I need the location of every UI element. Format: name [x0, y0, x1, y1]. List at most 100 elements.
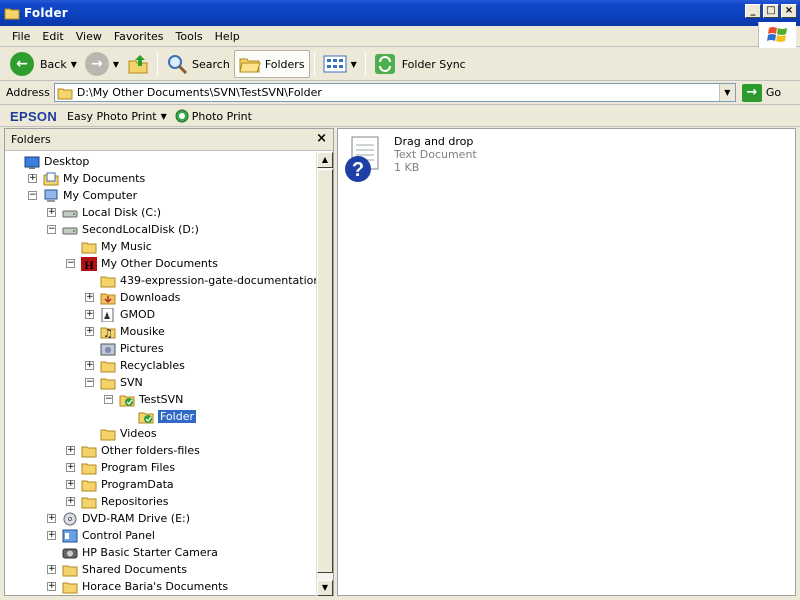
tree-item[interactable]: HP Basic Starter Camera: [62, 544, 218, 561]
expand-icon[interactable]: +: [47, 208, 56, 217]
file-name: Drag and drop: [394, 135, 474, 148]
tree-item[interactable]: Pictures: [100, 340, 164, 357]
tree-item[interactable]: 439-expression-gate-documentation_files: [100, 272, 316, 289]
tree-item[interactable]: − TestSVN: [104, 391, 183, 408]
go-button[interactable]: → Go: [741, 83, 781, 102]
tree-item-label: GMOD: [120, 308, 156, 321]
expand-icon[interactable]: +: [85, 310, 94, 319]
window-title: Folder: [24, 6, 68, 20]
tree-item[interactable]: My Music: [81, 238, 152, 255]
menu-help[interactable]: Help: [209, 28, 246, 45]
collapse-icon[interactable]: −: [85, 378, 94, 387]
expand-icon[interactable]: +: [66, 446, 75, 455]
menu-tools[interactable]: Tools: [170, 28, 209, 45]
collapse-icon[interactable]: −: [104, 395, 113, 404]
close-button[interactable]: ×: [781, 4, 797, 18]
minimize-button[interactable]: _: [745, 4, 761, 18]
tree-item[interactable]: + DVD-RAM Drive (E:): [47, 510, 191, 527]
address-bar: Address D:\My Other Documents\SVN\TestSV…: [0, 81, 800, 105]
expand-icon[interactable]: +: [66, 497, 75, 506]
svn-icon: [119, 395, 135, 406]
tree-item-label: Folder: [158, 410, 196, 423]
menu-view[interactable]: View: [70, 28, 108, 45]
back-button[interactable]: ← Back ▼: [6, 50, 81, 78]
tree-item[interactable]: + My Documents: [28, 170, 146, 187]
tree-item[interactable]: + Control Panel: [47, 527, 155, 544]
tree-item[interactable]: + Shared Documents: [47, 561, 187, 578]
tree-item[interactable]: + Other folders-files: [66, 442, 200, 459]
tree-item[interactable]: Desktop: [24, 153, 89, 170]
collapse-icon[interactable]: −: [66, 259, 75, 268]
tree-item[interactable]: Videos: [100, 425, 157, 442]
expand-icon[interactable]: +: [28, 174, 37, 183]
tree-item[interactable]: − SecondLocalDisk (D:): [47, 221, 199, 238]
expand-icon[interactable]: +: [66, 480, 75, 489]
control-icon: [62, 529, 78, 542]
folders-icon: [239, 58, 261, 73]
expand-icon[interactable]: +: [47, 565, 56, 574]
menu-edit[interactable]: Edit: [36, 28, 69, 45]
address-dropdown-button[interactable]: ▼: [718, 84, 735, 101]
scroll-down-button[interactable]: ▼: [317, 580, 333, 596]
tree-item[interactable]: + Program Files: [66, 459, 176, 476]
forward-button[interactable]: → ▼: [81, 50, 123, 78]
file-list-pane[interactable]: ? Drag and drop Text Document 1 KB: [337, 128, 796, 596]
photo-print-button[interactable]: Photo Print: [175, 109, 252, 123]
address-input[interactable]: D:\My Other Documents\SVN\TestSVN\Folder…: [53, 83, 736, 102]
scrollbar-thumb[interactable]: [317, 169, 333, 573]
expand-icon[interactable]: +: [66, 463, 75, 472]
folder-tree[interactable]: Desktop + My Documents − My Computer + Local D…: [5, 152, 316, 596]
search-icon: [168, 55, 188, 75]
folders-button[interactable]: Folders: [233, 50, 310, 78]
scroll-up-button[interactable]: ▲: [317, 152, 333, 168]
tree-item[interactable]: Folder: [138, 408, 196, 425]
folder-sync-button[interactable]: Folder Sync: [370, 50, 470, 78]
tree-item-label: ProgramData: [101, 478, 174, 491]
expand-icon[interactable]: +: [85, 361, 94, 370]
tree-item-label: DVD-RAM Drive (E:): [82, 512, 191, 525]
expand-icon[interactable]: +: [85, 293, 94, 302]
file-item[interactable]: ? Drag and drop Text Document 1 KB: [342, 135, 477, 183]
tree-item-label: My Other Documents: [101, 257, 218, 270]
tree-item[interactable]: + Horace Baria's Documents: [47, 578, 228, 595]
tree-item-label: Desktop: [44, 155, 90, 168]
tree-item[interactable]: + Downloads: [85, 289, 180, 306]
chevron-down-icon[interactable]: ▼: [351, 60, 357, 69]
easy-photo-print-button[interactable]: Easy Photo Print ▼: [67, 110, 167, 123]
back-arrow-icon: ←: [10, 52, 34, 76]
chevron-down-icon[interactable]: ▼: [71, 60, 77, 69]
title-bar[interactable]: Folder _ □ ×: [0, 0, 800, 26]
tree-item[interactable]: − SVN: [85, 374, 143, 391]
maximize-button[interactable]: □: [763, 4, 779, 18]
up-folder-button[interactable]: [123, 50, 153, 78]
address-label: Address: [6, 86, 50, 99]
tree-item[interactable]: + Repositories: [66, 493, 169, 510]
vertical-scrollbar[interactable]: ▲ ▼: [316, 152, 333, 596]
expand-icon[interactable]: +: [85, 327, 94, 336]
tree-item-label: Program Files: [101, 461, 176, 474]
tree-item[interactable]: + ♫ Mousike: [85, 323, 165, 340]
folder-icon: [100, 276, 116, 287]
expand-icon[interactable]: +: [47, 514, 56, 523]
search-button[interactable]: Search: [162, 50, 234, 78]
tree-item[interactable]: + ProgramData: [66, 476, 174, 493]
tree-item[interactable]: − My Computer: [28, 187, 137, 204]
tree-item[interactable]: + Recyclables: [85, 357, 185, 374]
collapse-icon[interactable]: −: [47, 225, 56, 234]
tree-item[interactable]: − H My Other Documents: [66, 255, 218, 272]
tree-item-label: HP Basic Starter Camera: [82, 546, 218, 559]
menu-file[interactable]: File: [6, 28, 36, 45]
chevron-down-icon[interactable]: ▼: [113, 60, 119, 69]
views-button[interactable]: ▼: [319, 50, 361, 78]
close-icon[interactable]: ×: [316, 131, 327, 146]
expand-icon[interactable]: +: [47, 582, 56, 591]
folder-icon: [100, 429, 116, 440]
views-icon: [323, 55, 347, 73]
tree-item[interactable]: + ♟ GMOD: [85, 306, 156, 323]
collapse-icon[interactable]: −: [28, 191, 37, 200]
tree-item-label: My Documents: [63, 172, 146, 185]
expand-icon[interactable]: +: [47, 531, 56, 540]
tree-item-label: Local Disk (C:): [82, 206, 162, 219]
menu-favorites[interactable]: Favorites: [108, 28, 170, 45]
tree-item[interactable]: + Local Disk (C:): [47, 204, 162, 221]
